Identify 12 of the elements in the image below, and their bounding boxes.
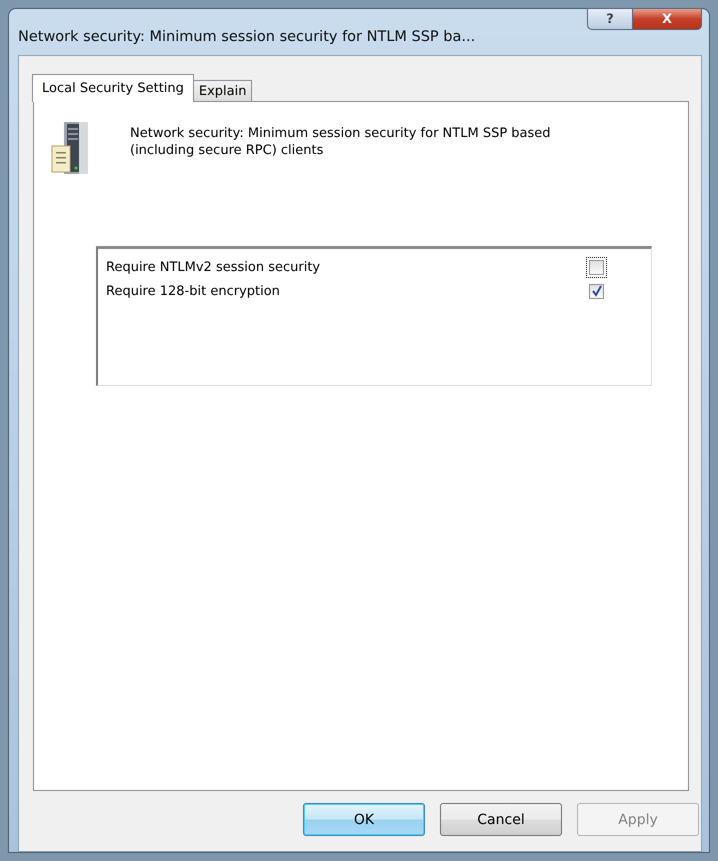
option-label: Require NTLMv2 session security <box>106 260 320 274</box>
option-label: Require 128-bit encryption <box>106 284 280 298</box>
tab[interactable]: Local Security Setting <box>32 74 194 102</box>
setting-description: Network security: Minimum session security for NTLM SSP based (including secure RPC) clients <box>130 125 552 160</box>
cancel-button[interactable]: Cancel <box>440 803 562 836</box>
help-button[interactable]: ? <box>587 8 633 30</box>
ok-button[interactable]: OK <box>303 803 425 836</box>
window-title: Network security: Minimum session security for NTLM SSP ba... <box>18 29 476 45</box>
close-button[interactable]: X <box>633 8 702 30</box>
checkmark-icon <box>590 285 602 297</box>
checkbox[interactable] <box>586 256 607 278</box>
tab[interactable]: Explain <box>192 80 252 101</box>
